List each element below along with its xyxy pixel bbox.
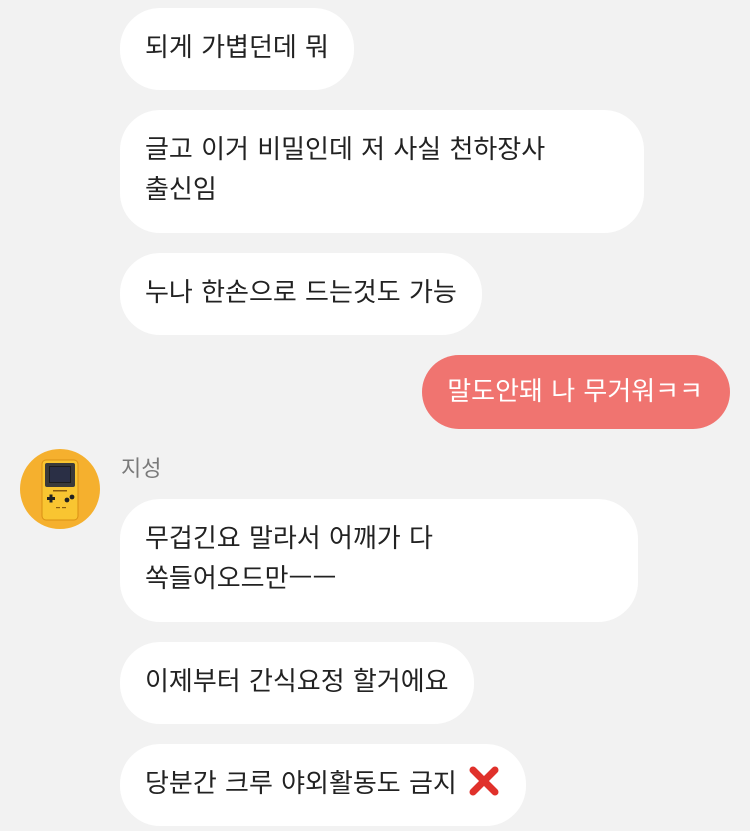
message-text: 되게 가볍던데 뭐 xyxy=(145,33,329,63)
avatar[interactable] xyxy=(20,449,100,529)
gameboy-icon xyxy=(41,459,79,521)
message-bubble-incoming[interactable]: 당분간 크루 야외활동도 금지 xyxy=(120,744,527,826)
message-text: 글고 이거 비밀인데 저 사실 천하장사 출신임 xyxy=(145,135,546,205)
message-text: 당분간 크루 야외활동도 금지 xyxy=(145,769,457,799)
cross-mark-icon xyxy=(469,766,499,796)
message-bubble-outgoing[interactable]: 말도안돼 나 무거워ㅋㅋ xyxy=(422,355,730,429)
sender-name: 지성 xyxy=(121,457,162,482)
message-bubble-incoming[interactable]: 글고 이거 비밀인데 저 사실 천하장사 출신임 xyxy=(120,110,644,233)
message-bubble-incoming[interactable]: 이제부터 간식요정 할거에요 xyxy=(120,642,474,724)
message-text: 이제부터 간식요정 할거에요 xyxy=(145,667,449,697)
message-text: 누나 한손으로 드는것도 가능 xyxy=(145,278,457,308)
message-bubble-incoming[interactable]: 되게 가볍던데 뭐 xyxy=(120,8,354,90)
message-bubble-incoming[interactable]: 누나 한손으로 드는것도 가능 xyxy=(120,253,482,335)
message-text: 말도안돼 나 무거워ㅋㅋ xyxy=(447,377,703,407)
message-text: 무겁긴요 말라서 어깨가 다 쏙들어오드만ㅡㅡ xyxy=(145,524,433,594)
message-bubble-incoming[interactable]: 무겁긴요 말라서 어깨가 다 쏙들어오드만ㅡㅡ xyxy=(120,499,638,622)
